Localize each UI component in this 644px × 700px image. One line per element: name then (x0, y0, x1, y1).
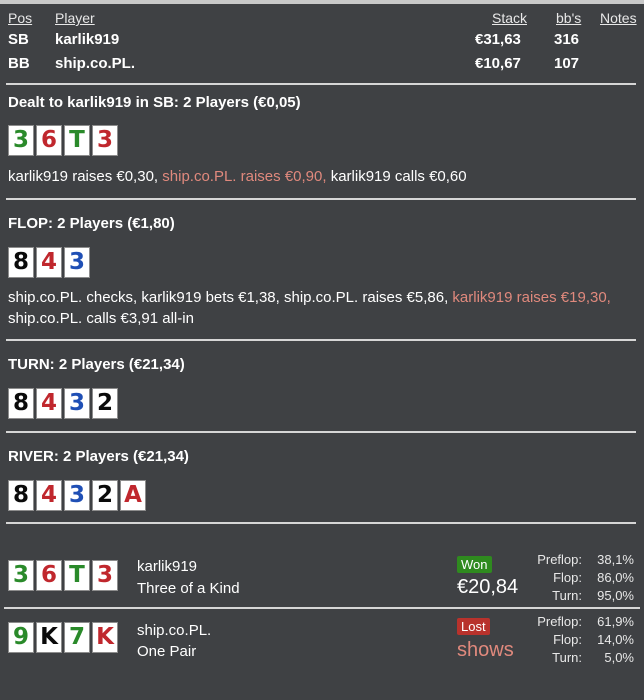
playing-card: 4 (36, 247, 62, 278)
player-pos: SB (8, 31, 29, 48)
equity-stats: Preflop: 38,1% Flop: 86,0% Turn: 95,0% (520, 552, 634, 606)
divider (6, 198, 636, 200)
river-cards: 8432A (8, 480, 146, 511)
equity-value: 61,9% (597, 614, 634, 629)
player-pos: BB (8, 55, 30, 72)
hand-description: One Pair (137, 643, 197, 660)
playing-card: 3 (64, 480, 90, 511)
action-text-highlight: ship.co.PL. raises €0,90, (162, 168, 327, 185)
notes-header[interactable]: Notes (600, 10, 637, 26)
playing-card: 9 (8, 622, 34, 653)
preflop-cards: 36T3 (8, 125, 118, 156)
flop-title: FLOP: 2 Players (€1,80) (8, 215, 175, 232)
river-title: RIVER: 2 Players (€21,34) (8, 448, 189, 465)
showdown-player-name[interactable]: ship.co.PL. (137, 622, 211, 639)
equity-label: Turn: (552, 588, 582, 603)
playing-card: 6 (36, 560, 62, 591)
equity-value: 5,0% (604, 650, 634, 665)
player-header[interactable]: Player (55, 10, 95, 26)
playing-card: K (36, 622, 62, 653)
shows-label: shows (457, 639, 514, 661)
equity-label: Preflop: (537, 614, 582, 629)
playing-card: K (92, 622, 118, 653)
pos-header[interactable]: Pos (8, 10, 32, 26)
equity-stats: Preflop: 61,9% Flop: 14,0% Turn: 5,0% (520, 614, 634, 668)
player-bbs: 316 (554, 31, 580, 48)
showdown-cards: 9K7K (8, 622, 118, 653)
playing-card: 3 (8, 560, 34, 591)
preflop-actions: karlik919 raises €0,30, ship.co.PL. rais… (8, 166, 636, 187)
playing-card: 3 (64, 388, 90, 419)
playing-card: 4 (36, 480, 62, 511)
playing-card: 6 (36, 125, 62, 156)
flop-actions: ship.co.PL. checks, karlik919 bets €1,38… (8, 287, 636, 329)
playing-card: 3 (8, 125, 34, 156)
equity-label: Preflop: (537, 552, 582, 567)
playing-card: T (64, 560, 90, 591)
playing-card: 8 (8, 388, 34, 419)
hand-description: Three of a Kind (137, 580, 240, 597)
bbs-header[interactable]: bb's (556, 10, 581, 26)
playing-card: 4 (36, 388, 62, 419)
divider (6, 431, 636, 433)
divider (6, 83, 636, 85)
equity-value: 95,0% (597, 588, 634, 603)
playing-card: 2 (92, 388, 118, 419)
equity-value: 38,1% (597, 552, 634, 567)
playing-card: T (64, 125, 90, 156)
action-text: karlik919 calls €0,60 (330, 168, 467, 185)
player-row: BB ship.co.PL. €10,67 107 (0, 55, 644, 77)
action-text: ship.co.PL. calls €3,91 all-in (8, 310, 194, 327)
equity-label: Turn: (552, 650, 582, 665)
flop-cards: 843 (8, 247, 90, 278)
lost-badge: Lost (457, 618, 490, 635)
player-name[interactable]: karlik919 (55, 31, 119, 48)
player-stack: €10,67 (475, 55, 521, 72)
top-border (0, 0, 644, 4)
preflop-title: Dealt to karlik919 in SB: 2 Players (€0,… (8, 94, 301, 111)
action-text: karlik919 raises €0,30, (8, 168, 159, 185)
divider (6, 339, 636, 341)
playing-card: 2 (92, 480, 118, 511)
divider (4, 607, 640, 609)
player-bbs: 107 (554, 55, 580, 72)
playing-card: 3 (64, 247, 90, 278)
equity-value: 14,0% (597, 632, 634, 647)
won-amount: €20,84 (457, 576, 519, 598)
player-name[interactable]: ship.co.PL. (55, 55, 135, 72)
showdown-cards: 36T3 (8, 560, 118, 591)
playing-card: 3 (92, 560, 118, 591)
playing-card: A (120, 480, 146, 511)
stack-header[interactable]: Stack (492, 10, 527, 26)
equity-value: 86,0% (597, 570, 634, 585)
action-text: ship.co.PL. checks, karlik919 bets €1,38… (8, 289, 449, 306)
showdown-player-name[interactable]: karlik919 (137, 558, 197, 575)
turn-cards: 8432 (8, 388, 118, 419)
playing-card: 7 (64, 622, 90, 653)
equity-label: Flop: (553, 632, 582, 647)
playing-card: 8 (8, 247, 34, 278)
divider (6, 522, 636, 524)
equity-label: Flop: (553, 570, 582, 585)
player-stack: €31,63 (475, 31, 521, 48)
playing-card: 8 (8, 480, 34, 511)
playing-card: 3 (92, 125, 118, 156)
won-badge: Won (457, 556, 492, 573)
player-row: SB karlik919 €31,63 316 (0, 31, 644, 53)
turn-title: TURN: 2 Players (€21,34) (8, 356, 185, 373)
action-text-highlight: karlik919 raises €19,30, (452, 289, 611, 306)
